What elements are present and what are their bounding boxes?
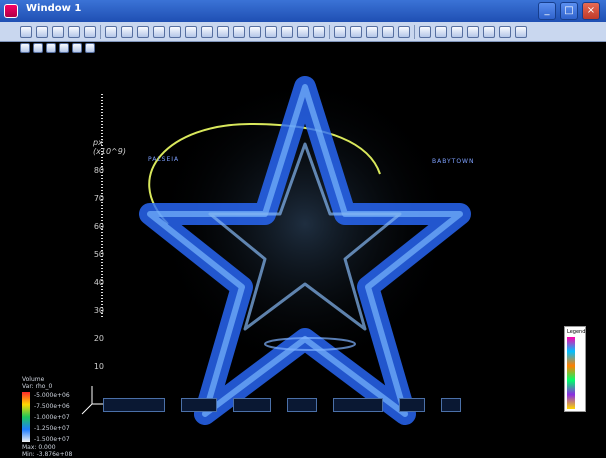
legend-max: Max: 0.000	[22, 444, 56, 451]
toolbar-separator	[329, 24, 330, 39]
play-start-icon[interactable]	[334, 25, 346, 38]
box-icon[interactable]	[313, 25, 325, 38]
delete-icon[interactable]	[68, 25, 80, 38]
axis-tick-label: 30	[93, 306, 104, 315]
close-button[interactable]: ×	[582, 2, 600, 20]
cube-icon[interactable]	[20, 43, 30, 53]
bottom-widget-1[interactable]	[103, 398, 165, 412]
toolbar-separator	[100, 24, 101, 39]
box-icon[interactable]	[233, 25, 245, 38]
wand-icon[interactable]	[72, 43, 82, 53]
app-logo-icon	[4, 4, 18, 18]
lines-icon[interactable]	[85, 43, 95, 53]
play-end-icon[interactable]	[398, 25, 410, 38]
sphere-icon[interactable]	[59, 43, 69, 53]
star-label-left: PALSEIA	[148, 156, 180, 163]
green-icon[interactable]	[217, 25, 229, 38]
volume-legend: Volume Var: rho_0 -5.000e+06 -7.500e+06 -1…	[22, 376, 80, 458]
save-icon[interactable]	[52, 25, 64, 38]
grid-icon[interactable]	[105, 25, 117, 38]
pan-icon[interactable]	[451, 25, 463, 38]
legend-value: -1.000e+07	[34, 414, 70, 421]
legend-var: Var: rho_0	[22, 383, 53, 390]
stop-icon[interactable]	[366, 25, 378, 38]
legend-colorbar	[22, 392, 30, 442]
grid-icon[interactable]	[121, 25, 133, 38]
axis-tick-label: 80	[93, 166, 104, 175]
pick-icon[interactable]	[483, 25, 495, 38]
grid-icon[interactable]	[153, 25, 165, 38]
visualization-canvas[interactable]: px (x10^9) 80 70 60 50 40 30 20 10 PALSEIA BABY…	[0, 54, 606, 458]
legend-min: Min: -3.876e+08	[22, 451, 73, 458]
star-label-right: BABYTOWN	[432, 158, 475, 165]
layout-icon[interactable]	[84, 25, 96, 38]
maximize-button[interactable]: □	[560, 2, 578, 20]
box-icon[interactable]	[297, 25, 309, 38]
open-icon[interactable]	[36, 25, 48, 38]
toolbar-separator	[414, 24, 415, 39]
bottom-widget-2[interactable]	[181, 398, 217, 412]
right-legend-panel: Legend	[564, 326, 586, 412]
play-back-icon[interactable]	[350, 25, 362, 38]
green-icon[interactable]	[201, 25, 213, 38]
legend-value: -5.000e+06	[34, 392, 70, 399]
main-toolbar	[0, 22, 606, 42]
axis-unit-line2: (x10^9)	[93, 147, 126, 156]
graph-icon[interactable]	[515, 25, 527, 38]
window-title: Window 1	[26, 3, 82, 14]
box-icon[interactable]	[249, 25, 261, 38]
axis-tick-label: 40	[93, 278, 104, 287]
paint-icon[interactable]	[46, 43, 56, 53]
image-icon[interactable]	[419, 25, 431, 38]
rotate-icon[interactable]	[467, 25, 479, 38]
box-icon[interactable]	[265, 25, 277, 38]
measure-icon[interactable]	[499, 25, 511, 38]
play-forward-icon[interactable]	[382, 25, 394, 38]
axis-tick-label: 60	[93, 222, 104, 231]
scene-svg	[81, 74, 471, 425]
green-icon[interactable]	[185, 25, 197, 38]
legend-value: -7.500e+06	[34, 403, 70, 410]
axis-unit: px (x10^9)	[93, 138, 126, 156]
zoom-icon[interactable]	[435, 25, 447, 38]
bottom-widget-4[interactable]	[287, 398, 317, 412]
axis-tick-label: 10	[93, 362, 104, 371]
title-bar: Window 1 _ □ ×	[0, 0, 606, 23]
window-controls: _ □ ×	[538, 2, 600, 20]
right-legend-swatches	[567, 337, 575, 409]
legend-value: -1.250e+07	[34, 425, 70, 432]
axis-tick-label: 50	[93, 250, 104, 259]
new-icon[interactable]	[20, 25, 32, 38]
legend-title: Volume	[22, 376, 45, 383]
box-icon[interactable]	[281, 25, 293, 38]
grid-icon[interactable]	[137, 25, 149, 38]
axis-tick-label: 70	[93, 194, 104, 203]
axis-unit-line1: px	[93, 138, 103, 147]
minimize-button[interactable]: _	[538, 2, 556, 20]
bottom-widget-6[interactable]	[399, 398, 425, 412]
bottom-widget-3[interactable]	[233, 398, 271, 412]
axis-tick-label: 20	[93, 334, 104, 343]
pencil-icon[interactable]	[33, 43, 43, 53]
secondary-toolbar	[0, 42, 606, 54]
bottom-widget-5[interactable]	[333, 398, 383, 412]
bottom-widget-row	[103, 398, 461, 412]
grid-icon[interactable]	[169, 25, 181, 38]
right-legend-title: Legend	[567, 329, 586, 335]
bottom-widget-7[interactable]	[441, 398, 461, 412]
